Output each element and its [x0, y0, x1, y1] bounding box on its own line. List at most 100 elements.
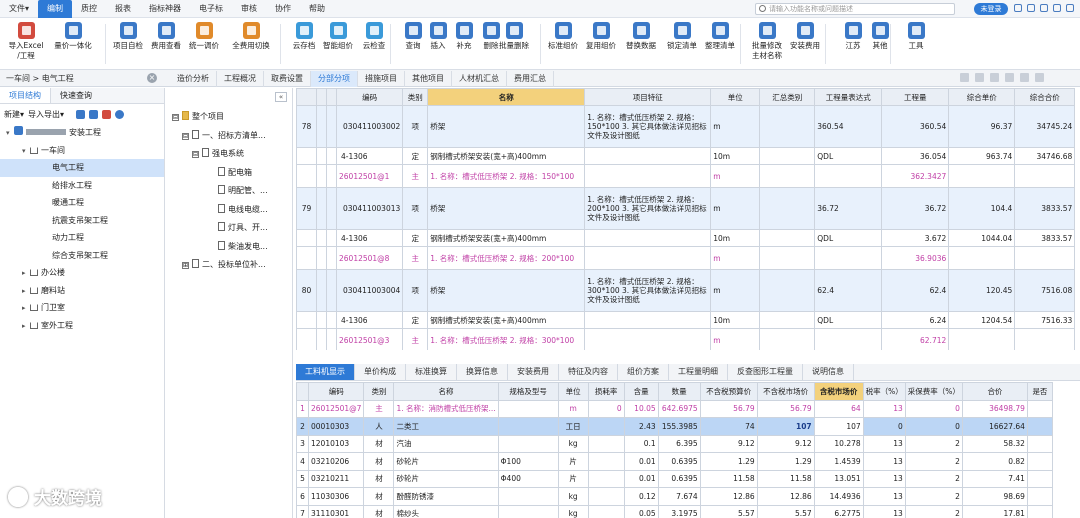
column-header[interactable]: 工程量 — [881, 88, 950, 106]
expand-arrow-icon[interactable]: ▸ — [22, 283, 30, 301]
table-cell[interactable]: 362.3427 — [881, 164, 950, 188]
expand-box-icon[interactable]: ⊟ — [182, 132, 189, 140]
table-cell[interactable]: 材 — [363, 452, 395, 471]
table-cell[interactable]: 74 — [699, 417, 758, 436]
table-cell[interactable] — [584, 246, 712, 270]
toolbar-button[interactable]: 全费用切换 — [228, 22, 274, 51]
table-cell[interactable]: m — [557, 399, 589, 418]
table-cell[interactable]: 1. 名称：槽式低压桥架 2. 规格：150*100 3. 其它具体做法详见招标… — [584, 105, 712, 148]
table-row[interactable]: 4 03210206 材砂轮片 Φ100 片 0.01 0.6395 1.29 1.29 1.45… — [296, 452, 1053, 471]
table-cell[interactable]: 36.9036 — [881, 246, 950, 270]
toolbar-button[interactable]: 标准组价 — [545, 22, 581, 51]
login-button[interactable]: 未登录 — [974, 3, 1008, 15]
table-row[interactable]: 26012501@1 主 1. 名称：槽式低压桥架 2. 规格：150*100 m 36… — [296, 164, 1076, 188]
table-cell[interactable]: 12010103 — [307, 434, 365, 453]
table-cell[interactable]: kg — [557, 434, 589, 453]
table-row[interactable]: 6 11030306 材酚醛防锈漆 kg 0.12 7.674 12.86 12.86 14.4… — [296, 487, 1053, 506]
toolbar-button[interactable]: 费用查看 — [148, 22, 184, 51]
table-cell[interactable]: 7.674 — [657, 487, 701, 506]
column-header[interactable]: 规格及型号 — [497, 382, 559, 401]
tab-7[interactable]: 费用汇总 — [507, 71, 554, 87]
toolbar-button[interactable]: 导入Excel /工程 — [4, 22, 48, 61]
up-icon[interactable] — [76, 109, 86, 119]
table-cell[interactable] — [814, 328, 883, 350]
table-cell[interactable]: 9.12 — [699, 434, 758, 453]
table-cell[interactable]: QDL — [814, 229, 883, 247]
table-cell[interactable]: 5 — [296, 469, 309, 488]
column-header[interactable]: 名称 — [393, 382, 499, 401]
table-cell[interactable]: kg — [557, 504, 589, 518]
menu-item[interactable]: 编制 — [38, 0, 73, 18]
table-cell[interactable]: 0.01 — [623, 452, 659, 471]
table-cell[interactable]: 7.41 — [961, 469, 1028, 488]
table-cell[interactable]: 6 — [296, 487, 309, 506]
table-cell[interactable]: 人 — [363, 417, 395, 436]
tree-item[interactable]: ▸ 室外工程 — [0, 317, 164, 335]
table-cell[interactable] — [587, 469, 625, 488]
table-cell[interactable]: 砂轮片 — [393, 452, 499, 471]
table-cell[interactable]: 0.6395 — [657, 469, 701, 488]
import-export-button[interactable]: 导入导出▾ — [28, 109, 64, 120]
table-cell[interactable]: 36498.79 — [961, 399, 1028, 418]
table-cell[interactable]: 642.6975 — [657, 399, 701, 418]
toolbar-button[interactable]: 替换数据 — [623, 22, 659, 51]
expand-arrow-icon[interactable]: ▾ — [22, 143, 30, 161]
table-cell[interactable]: 2 — [904, 487, 963, 506]
table-cell[interactable]: 6.2775 — [813, 504, 864, 518]
table-cell[interactable] — [1026, 452, 1053, 471]
bottom-tab-0[interactable]: 工料机显示 — [296, 364, 355, 380]
table-cell[interactable]: QDL — [814, 147, 883, 165]
table-cell[interactable]: 17.81 — [961, 504, 1028, 518]
arrow-up-icon[interactable] — [960, 73, 969, 82]
table-row[interactable]: 78 030411003002 项桥架 1. 名称：槽式低压桥架 2. 规格：150*… — [296, 105, 1076, 148]
table-cell[interactable]: 1.29 — [699, 452, 758, 471]
table-cell[interactable]: 3.1975 — [657, 504, 701, 518]
toolbar-button[interactable]: 云检查 — [356, 22, 392, 51]
table-cell[interactable]: 64 — [813, 399, 864, 418]
expand-arrow-icon[interactable]: ▸ — [22, 300, 30, 318]
expand-arrow-icon[interactable]: ▸ — [22, 318, 30, 336]
toolbar-button[interactable]: 项目自检 — [110, 22, 146, 51]
table-cell[interactable]: 片 — [557, 452, 589, 471]
table-cell[interactable]: 材 — [363, 504, 395, 518]
table-cell[interactable] — [497, 417, 559, 436]
table-cell[interactable]: 107 — [756, 417, 815, 436]
menu-item[interactable]: 质控 — [72, 0, 106, 18]
table-cell[interactable]: 材 — [363, 469, 395, 488]
tree-node[interactable]: 电线电缆... — [166, 201, 292, 220]
table-cell[interactable] — [587, 504, 625, 518]
column-header[interactable]: 汇总类别 — [759, 88, 816, 106]
arrow-down-icon[interactable] — [975, 73, 984, 82]
table-cell[interactable]: 13 — [862, 434, 906, 453]
table-row[interactable]: 5 03210211 材砂轮片 Φ400 片 0.01 0.6395 11.58 11.58 13… — [296, 469, 1053, 488]
tab-1[interactable]: 工程概况 — [217, 71, 264, 87]
table-cell[interactable]: Φ100 — [497, 452, 559, 471]
column-header[interactable]: 合价 — [961, 382, 1028, 401]
menu-item[interactable]: 报表 — [106, 0, 140, 18]
toolbar-button[interactable]: 统一调价 — [186, 22, 222, 51]
table-cell[interactable]: 56.79 — [756, 399, 815, 418]
maximize-icon[interactable] — [1053, 4, 1061, 12]
table-cell[interactable]: 14.4936 — [813, 487, 864, 506]
column-header[interactable]: 项目特征 — [584, 88, 712, 106]
table-cell[interactable]: 13 — [862, 469, 906, 488]
tree-item[interactable]: 抗震支吊架工程 — [0, 212, 164, 230]
column-header[interactable]: 编码 — [307, 382, 365, 401]
table-row[interactable]: 4-1306 定钢制槽式桥架安装(宽+高)400mm 10m QDL 36.054 963… — [296, 147, 1076, 165]
minimize-icon[interactable] — [1040, 4, 1048, 12]
flag-icon[interactable] — [102, 109, 112, 119]
table-cell[interactable]: 二类工 — [393, 417, 499, 436]
tab-3[interactable]: 分部分项 — [311, 71, 358, 87]
table-cell[interactable] — [587, 434, 625, 453]
table-cell[interactable] — [587, 452, 625, 471]
tab-6[interactable]: 人材机汇总 — [452, 71, 507, 87]
column-header[interactable]: 工程量表达式 — [814, 88, 883, 106]
table-cell[interactable]: 360.54 — [814, 105, 883, 148]
table-row[interactable]: 26012501@3 主 1. 名称：槽式低压桥架 2. 规格：300*100 m 62… — [296, 328, 1076, 350]
table-cell[interactable]: 36.054 — [881, 147, 950, 165]
table-cell[interactable]: 钢制槽式桥架安装(宽+高)400mm — [427, 311, 586, 329]
tab-0[interactable]: 造价分析 — [170, 71, 217, 87]
table-cell[interactable]: 桥架 — [427, 269, 586, 312]
column-header[interactable]: 综合合价 — [1014, 88, 1076, 106]
table-cell[interactable]: 2 — [904, 452, 963, 471]
